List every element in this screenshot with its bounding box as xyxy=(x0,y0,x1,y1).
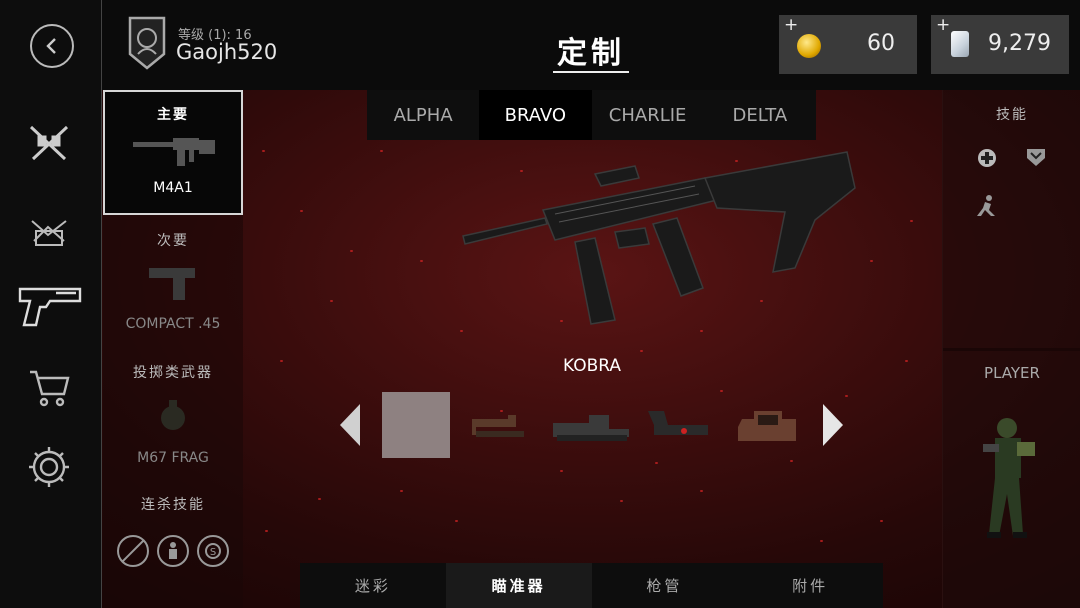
scroll-right-arrow-icon[interactable] xyxy=(823,404,843,446)
rifle-thumbnail-icon xyxy=(133,138,215,166)
weapon-preview[interactable] xyxy=(455,148,860,338)
pistol-thumbnail-icon xyxy=(149,268,195,300)
right-panel: 技能 PLAYER xyxy=(942,90,1080,608)
attachment-category-tabs: 迷彩 瞄准器 枪管 附件 xyxy=(300,563,883,608)
attachment-option-red-dot[interactable] xyxy=(466,392,534,458)
nav-rail xyxy=(0,0,102,608)
soldier-icon xyxy=(157,535,189,567)
player-section-title: PLAYER xyxy=(984,364,1040,382)
title-underline xyxy=(553,71,629,73)
card-currency[interactable]: + 9,279 xyxy=(931,15,1069,74)
tab-camo[interactable]: 迷彩 xyxy=(300,563,446,608)
slot-secondary[interactable]: 次要 COMPACT .45 xyxy=(103,230,243,340)
attachment-option-holo[interactable] xyxy=(548,392,634,458)
shopping-cart-icon xyxy=(30,370,70,407)
slot-weapon-name: M67 FRAG xyxy=(137,450,209,466)
slot-throwable[interactable]: 投掷类武器 M67 FRAG xyxy=(103,362,243,472)
slot-primary[interactable]: 主要 M4A1 xyxy=(103,90,243,215)
slot-killstreak[interactable]: 连杀技能 S xyxy=(103,494,243,604)
red-dot-sight-icon xyxy=(472,415,524,437)
nav-settings-button[interactable] xyxy=(22,442,76,492)
panel-divider xyxy=(943,348,1080,351)
skills-title: 技能 xyxy=(996,107,1028,123)
crossed-rifles-icon xyxy=(29,125,69,161)
back-button[interactable] xyxy=(30,24,74,68)
gold-amount: 60 xyxy=(867,31,895,56)
gear-icon xyxy=(29,447,69,487)
tab-sights[interactable]: 瞄准器 xyxy=(445,563,592,608)
attachment-option-empty[interactable] xyxy=(382,392,450,458)
nav-missions-button[interactable] xyxy=(22,202,76,252)
tab-bravo[interactable]: BRAVO xyxy=(479,90,592,140)
slot-category: 主要 xyxy=(157,107,189,123)
page-title: 定制 xyxy=(557,36,625,71)
weapon-slots-panel: 主要 M4A1 次要 COMPACT .45 投掷类武器 M67 FRAG 连杀… xyxy=(103,90,243,608)
svg-text:S: S xyxy=(210,547,216,558)
medkit-skill-icon[interactable] xyxy=(977,148,997,168)
gold-coin-icon xyxy=(797,34,821,58)
rank-badge-icon xyxy=(128,16,166,70)
player-profile: 等级 (1): 16 Gaojh520 xyxy=(124,14,277,72)
card-amount: 9,279 xyxy=(988,31,1051,56)
attachment-option-eotech[interactable] xyxy=(734,392,802,458)
add-cards-icon[interactable]: + xyxy=(936,15,950,35)
slot-category: 连杀技能 xyxy=(141,497,205,513)
reflex-sight-icon xyxy=(648,411,708,435)
no-uav-icon xyxy=(117,535,149,567)
sprint-skill-icon[interactable] xyxy=(975,194,999,218)
tab-alpha[interactable]: ALPHA xyxy=(367,90,479,140)
back-arrow-icon xyxy=(46,38,56,54)
target-crates-icon xyxy=(31,220,67,246)
tab-accessories[interactable]: 附件 xyxy=(737,563,883,608)
selected-attachment-name: KOBRA xyxy=(562,356,621,376)
nav-customize-button[interactable] xyxy=(14,280,86,330)
nav-shop-button[interactable] xyxy=(22,362,76,412)
player-name: Gaojh520 xyxy=(176,40,278,64)
pistol-icon xyxy=(18,287,82,327)
tab-delta[interactable]: DELTA xyxy=(704,90,816,140)
armor-skill-icon[interactable] xyxy=(1025,146,1047,168)
slot-weapon-name: COMPACT .45 xyxy=(125,316,221,332)
loadout-tabs: ALPHA BRAVO CHARLIE DELTA xyxy=(367,90,816,140)
slot-category: 次要 xyxy=(157,233,189,249)
tab-charlie[interactable]: CHARLIE xyxy=(592,90,704,140)
gold-currency[interactable]: + 60 xyxy=(779,15,917,74)
tab-barrel[interactable]: 枪管 xyxy=(592,563,738,608)
soldier-avatar[interactable] xyxy=(979,414,1045,544)
add-gold-icon[interactable]: + xyxy=(784,15,798,35)
slot-category: 投掷类武器 xyxy=(133,365,213,381)
holo-sight-icon xyxy=(553,415,629,441)
attachment-option-reflex[interactable] xyxy=(644,392,712,458)
scroll-left-arrow-icon[interactable] xyxy=(340,404,360,446)
slot-weapon-name: M4A1 xyxy=(153,180,193,196)
grenade-thumbnail-icon xyxy=(161,400,185,430)
eotech-sight-icon xyxy=(738,411,796,441)
nav-weapons-button[interactable] xyxy=(22,118,76,168)
support-icon: S xyxy=(197,535,229,567)
card-icon xyxy=(951,31,969,57)
